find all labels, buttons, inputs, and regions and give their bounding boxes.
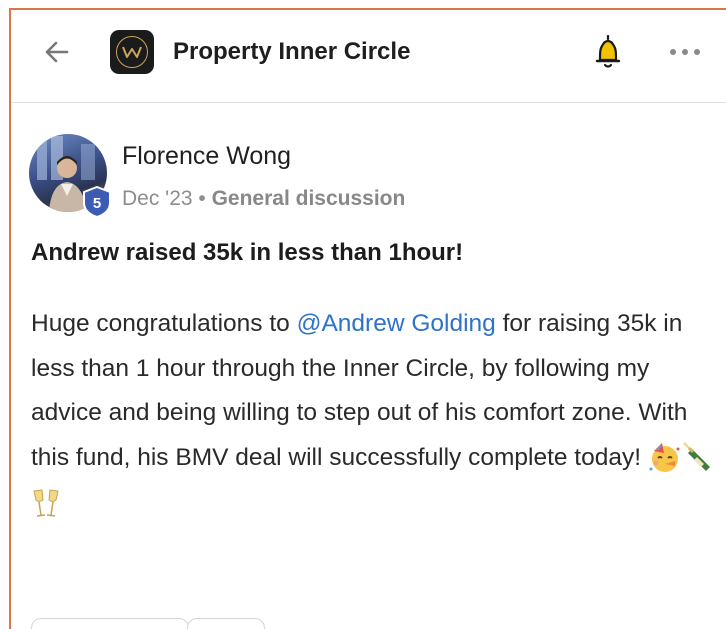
post-date: Dec '23 <box>122 187 193 210</box>
bell-icon[interactable] <box>594 33 622 71</box>
post-meta: Dec '23 • General discussion <box>122 187 405 211</box>
app-frame: Property Inner Circle 5 Florence Wong De… <box>9 8 726 629</box>
author-avatar[interactable]: 5 <box>29 134 111 218</box>
partying-face-icon <box>649 443 680 473</box>
level-badge: 5 <box>83 186 111 218</box>
clinking-glasses-icon <box>33 488 59 517</box>
comment-button[interactable] <box>187 618 265 629</box>
meta-separator: • <box>198 187 206 210</box>
champagne-bottle-icon <box>683 442 710 472</box>
pic-logo-icon <box>110 30 154 74</box>
user-mention[interactable]: @Andrew Golding <box>297 310 496 337</box>
level-badge-number: 5 <box>93 195 101 212</box>
more-dots-icon[interactable] <box>665 40 705 64</box>
body-text-start: Huge congratulations to <box>31 310 297 337</box>
author-name[interactable]: Florence Wong <box>122 142 291 171</box>
group-title: Property Inner Circle <box>173 38 411 65</box>
arrow-left-icon[interactable] <box>41 36 73 68</box>
post-category[interactable]: General discussion <box>212 187 406 210</box>
top-bar: Property Inner Circle <box>11 10 726 103</box>
post-title: Andrew raised 35k in less than 1hour! <box>31 239 464 266</box>
reaction-button[interactable] <box>31 618 189 629</box>
post-body: Huge congratulations to @Andrew Golding … <box>31 302 721 525</box>
